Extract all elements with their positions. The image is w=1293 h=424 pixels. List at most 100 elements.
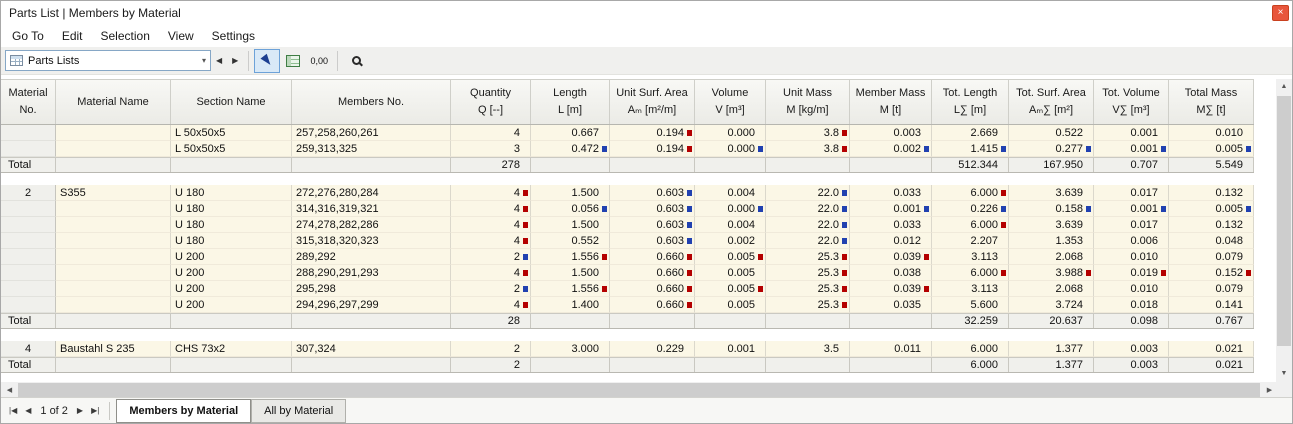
table-row[interactable]: U 200295,29821.5560.6600.00525.30.0393.1…	[1, 281, 1254, 297]
cell-total_mass[interactable]: 0.021	[1169, 358, 1254, 372]
cell-material_name[interactable]	[56, 125, 171, 141]
cell-unit_mass[interactable]: 25.3	[766, 297, 850, 313]
cell-members_no[interactable]	[292, 158, 451, 172]
cell-tot_length[interactable]: 3.113	[932, 249, 1009, 265]
cell-tot_surf_area[interactable]: 0.522	[1009, 125, 1094, 141]
cell-tot_surf_area[interactable]: 3.988	[1009, 265, 1094, 281]
table-row[interactable]: 4Baustahl S 235CHS 73x2307,32423.0000.22…	[1, 341, 1254, 357]
cell-volume[interactable]: 0.000	[695, 125, 766, 141]
cell-unit_surf_area[interactable]: 0.603	[610, 233, 695, 249]
cell-unit_surf_area[interactable]: 0.229	[610, 341, 695, 357]
cell-quantity[interactable]: 4	[451, 233, 531, 249]
cell-material_name[interactable]: S355	[56, 185, 171, 201]
cell-length[interactable]	[531, 358, 610, 372]
cell-section_name[interactable]	[171, 158, 292, 172]
cell-volume[interactable]: 0.005	[695, 249, 766, 265]
cell-length[interactable]: 1.556	[531, 249, 610, 265]
cell-quantity[interactable]: 2	[451, 281, 531, 297]
cell-tot_surf_area[interactable]: 1.377	[1009, 341, 1094, 357]
cell-quantity[interactable]: 4	[451, 265, 531, 281]
cell-members_no[interactable]: 288,290,291,293	[292, 265, 451, 281]
cell-volume[interactable]: 0.004	[695, 185, 766, 201]
cell-total_mass[interactable]: 0.005	[1169, 201, 1254, 217]
total-row[interactable]: Total26.0001.3770.0030.021	[1, 357, 1254, 373]
first-page-button[interactable]: |◀	[5, 402, 21, 419]
cell-unit_mass[interactable]	[766, 314, 850, 328]
cell-total_mass[interactable]: 0.152	[1169, 265, 1254, 281]
cell-unit_mass[interactable]: 25.3	[766, 249, 850, 265]
cell-total_mass[interactable]: 0.005	[1169, 141, 1254, 157]
cell-tot_volume[interactable]: 0.006	[1094, 233, 1169, 249]
cell-unit_mass[interactable]: 22.0	[766, 201, 850, 217]
cell-members_no[interactable]	[292, 314, 451, 328]
cell-material_name[interactable]	[56, 265, 171, 281]
cell-members_no[interactable]: 272,276,280,284	[292, 185, 451, 201]
cell-total_mass[interactable]: 5.549	[1169, 158, 1254, 172]
cell-section_name[interactable]: U 200	[171, 297, 292, 313]
cell-length[interactable]: 1.500	[531, 217, 610, 233]
cell-tot_surf_area[interactable]: 0.277	[1009, 141, 1094, 157]
cell-material_no[interactable]	[1, 217, 56, 233]
table-row[interactable]: L 50x50x5257,258,260,26140.6670.1940.000…	[1, 125, 1254, 141]
cell-length[interactable]	[531, 158, 610, 172]
cell-total_mass[interactable]: 0.132	[1169, 217, 1254, 233]
cell-tot_surf_area[interactable]: 3.639	[1009, 185, 1094, 201]
excel-export-button[interactable]	[280, 49, 306, 73]
cell-length[interactable]: 0.056	[531, 201, 610, 217]
cell-tot_volume[interactable]: 0.001	[1094, 201, 1169, 217]
cell-tot_length[interactable]: 0.226	[932, 201, 1009, 217]
cell-unit_surf_area[interactable]: 0.660	[610, 249, 695, 265]
cell-material_name[interactable]	[56, 249, 171, 265]
table-row[interactable]: 2S355U 180272,276,280,28441.5000.6030.00…	[1, 185, 1254, 201]
cell-members_no[interactable]: 289,292	[292, 249, 451, 265]
cell-unit_surf_area[interactable]	[610, 314, 695, 328]
cell-quantity[interactable]: 278	[451, 158, 531, 172]
cell-tot_length[interactable]: 2.207	[932, 233, 1009, 249]
cell-unit_surf_area[interactable]: 0.660	[610, 297, 695, 313]
cell-member_mass[interactable]: 0.002	[850, 141, 932, 157]
cell-length[interactable]: 0.552	[531, 233, 610, 249]
cell-members_no[interactable]: 294,296,297,299	[292, 297, 451, 313]
cell-tot_surf_area[interactable]: 2.068	[1009, 281, 1094, 297]
cell-section_name[interactable]	[171, 314, 292, 328]
cell-tot_length[interactable]: 512.344	[932, 158, 1009, 172]
cell-tot_volume[interactable]: 0.018	[1094, 297, 1169, 313]
cell-tot_length[interactable]: 6.000	[932, 185, 1009, 201]
cell-unit_mass[interactable]	[766, 158, 850, 172]
cell-material_name[interactable]: Baustahl S 235	[56, 341, 171, 357]
cell-tot_surf_area[interactable]: 1.353	[1009, 233, 1094, 249]
cell-tot_length[interactable]: 32.259	[932, 314, 1009, 328]
cell-material_name[interactable]	[56, 201, 171, 217]
menu-item-edit[interactable]: Edit	[53, 26, 92, 46]
cell-quantity[interactable]: 4	[451, 201, 531, 217]
cell-tot_surf_area[interactable]: 2.068	[1009, 249, 1094, 265]
cell-volume[interactable]: 0.005	[695, 281, 766, 297]
cell-total_mass[interactable]: 0.079	[1169, 281, 1254, 297]
cell-unit_mass[interactable]: 25.3	[766, 265, 850, 281]
cell-tot_length[interactable]: 3.113	[932, 281, 1009, 297]
cell-length[interactable]: 0.472	[531, 141, 610, 157]
cell-tot_surf_area[interactable]: 0.158	[1009, 201, 1094, 217]
cell-material_name[interactable]	[56, 281, 171, 297]
cell-members_no[interactable]: 257,258,260,261	[292, 125, 451, 141]
cell-material_name[interactable]	[56, 217, 171, 233]
cell-members_no[interactable]: 274,278,282,286	[292, 217, 451, 233]
cell-section_name[interactable]: L 50x50x5	[171, 141, 292, 157]
cell-material_no[interactable]	[1, 265, 56, 281]
cell-total_mass[interactable]: 0.048	[1169, 233, 1254, 249]
scroll-down-icon[interactable]: ▼	[1276, 366, 1292, 382]
cell-unit_mass[interactable]: 3.8	[766, 141, 850, 157]
cell-tot_length[interactable]: 6.000	[932, 217, 1009, 233]
cell-tot_volume[interactable]: 0.010	[1094, 281, 1169, 297]
cell-unit_mass[interactable]: 3.8	[766, 125, 850, 141]
cell-member_mass[interactable]: 0.038	[850, 265, 932, 281]
titlebar[interactable]: Parts List | Members by Material ×	[1, 1, 1292, 25]
cell-members_no[interactable]: 314,316,319,321	[292, 201, 451, 217]
cell-volume[interactable]	[695, 314, 766, 328]
cell-unit_surf_area[interactable]: 0.603	[610, 185, 695, 201]
cell-tot_volume[interactable]: 0.019	[1094, 265, 1169, 281]
cell-section_name[interactable]: U 180	[171, 233, 292, 249]
cell-unit_mass[interactable]: 25.3	[766, 281, 850, 297]
cell-quantity[interactable]: 4	[451, 297, 531, 313]
cell-member_mass[interactable]	[850, 158, 932, 172]
